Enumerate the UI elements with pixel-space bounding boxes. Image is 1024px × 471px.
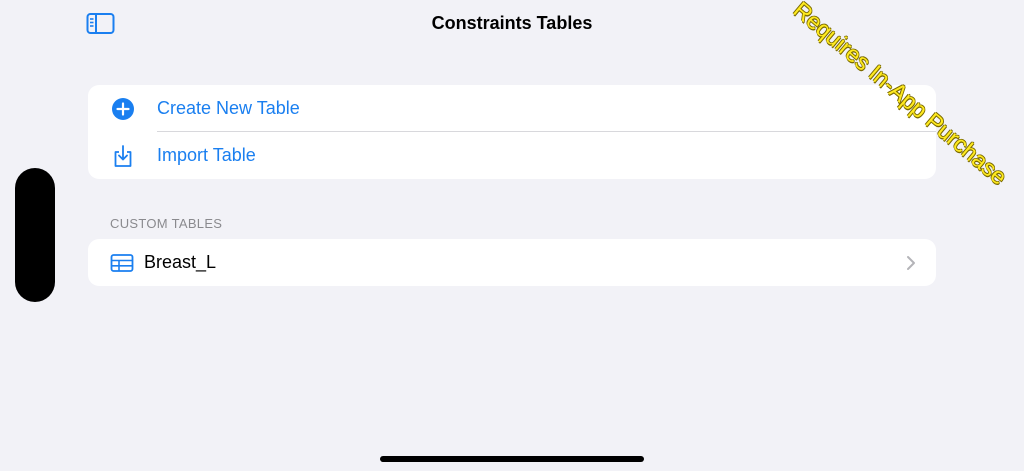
custom-tables-group: Breast_L xyxy=(88,239,936,286)
chevron-right-icon xyxy=(906,255,916,271)
import-table-button[interactable]: Import Table xyxy=(88,132,936,179)
table-row-label: Breast_L xyxy=(144,252,217,272)
page-title: Constraints Tables xyxy=(431,13,593,33)
constraints-tables-screen: Constraints Tables Create New Table Impo… xyxy=(0,0,1024,471)
create-new-table-button[interactable]: Create New Table xyxy=(88,85,936,132)
table-icon xyxy=(110,251,134,275)
home-indicator[interactable] xyxy=(380,456,644,462)
camera-cutout xyxy=(15,168,55,302)
create-new-table-label: Create New Table xyxy=(157,98,300,118)
import-table-label: Import Table xyxy=(157,145,256,165)
table-row-breast-l[interactable]: Breast_L xyxy=(88,239,936,286)
plus-circle-icon xyxy=(111,97,135,121)
actions-group: Create New Table Import Table xyxy=(88,85,936,179)
custom-tables-header: CUSTOM TABLES xyxy=(110,216,223,231)
import-icon xyxy=(111,144,135,168)
